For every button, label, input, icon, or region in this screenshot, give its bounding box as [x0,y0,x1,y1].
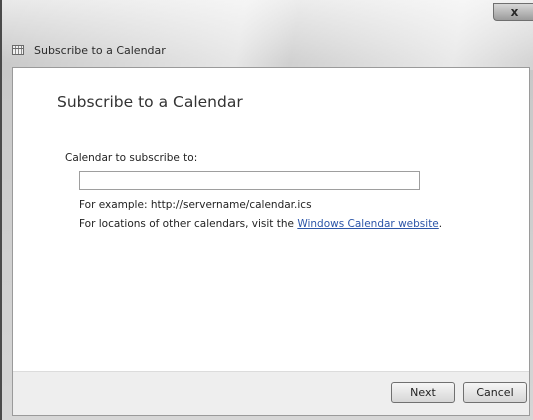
next-button[interactable]: Next [391,382,455,403]
dialog-window: x Subscribe to a Calendar Subscribe to a… [0,0,533,420]
locations-prefix: For locations of other calendars, visit … [79,218,298,230]
locations-hint: For locations of other calendars, visit … [79,218,442,230]
calendar-url-input[interactable] [79,171,420,190]
example-hint: For example: http://servername/calendar.… [79,199,312,211]
close-icon: x [510,5,519,19]
dialog-content: Subscribe to a Calendar Calendar to subs… [12,67,530,416]
calendar-icon [12,45,24,55]
calendar-url-label: Calendar to subscribe to: [65,152,198,164]
locations-suffix: . [438,218,443,230]
page-heading: Subscribe to a Calendar [57,93,243,111]
close-button[interactable]: x [493,3,533,21]
window-title: Subscribe to a Calendar [34,44,166,57]
cancel-button[interactable]: Cancel [463,382,527,403]
windows-calendar-website-link[interactable]: Windows Calendar website [297,218,438,230]
button-bar: Next Cancel [13,371,529,415]
